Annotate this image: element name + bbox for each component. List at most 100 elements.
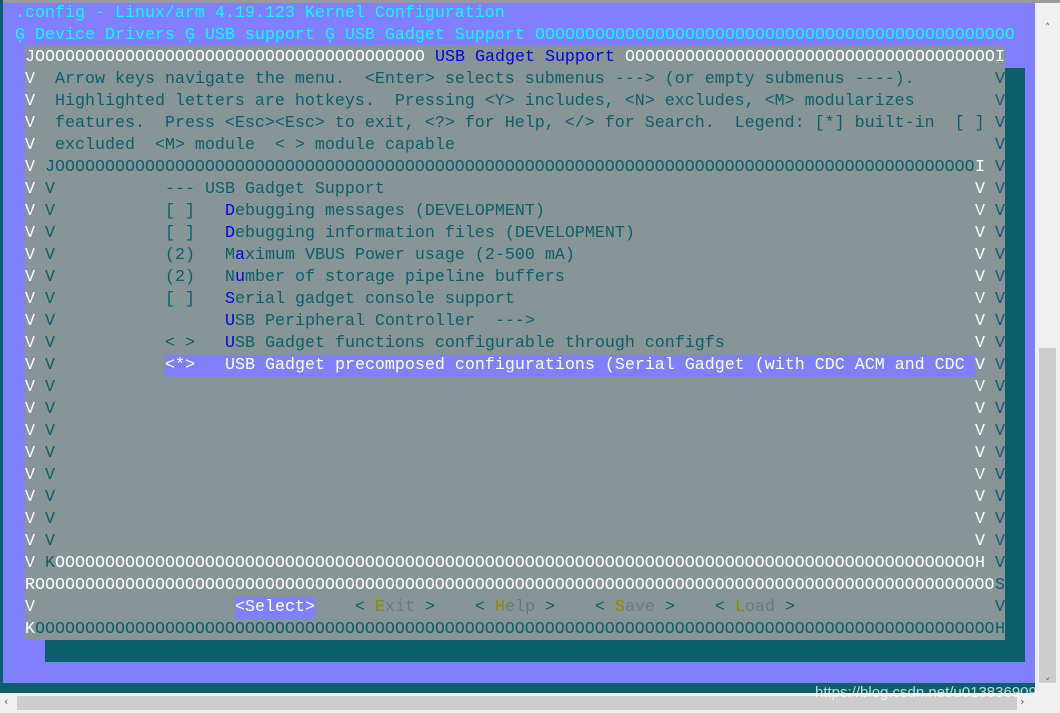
menu-item-label: USB Gadget functions configurable throug… bbox=[225, 334, 725, 353]
watermark: https://blog.csdn.net/u013836909 bbox=[815, 684, 1037, 701]
border-line: V bbox=[25, 246, 35, 265]
button-label: Save bbox=[615, 598, 655, 617]
breadcrumb: Ģ Device Drivers Ģ USB support Ģ USB Gad… bbox=[15, 26, 535, 45]
border-line: V bbox=[975, 400, 985, 419]
border-line: V bbox=[45, 444, 55, 463]
hotkey-letter: U bbox=[225, 334, 235, 353]
save-button[interactable]: < Save > bbox=[595, 597, 675, 619]
border-line: V bbox=[995, 598, 1005, 617]
border-corner: I bbox=[975, 158, 985, 177]
help-text: Highlighted letters are hotkeys. Pressin… bbox=[55, 92, 915, 111]
border-line: V bbox=[995, 290, 1005, 309]
border-line: V bbox=[25, 488, 35, 507]
menu-item-label: USB Peripheral Controller ---> bbox=[225, 312, 535, 331]
help-text: Arrow keys navigate the menu. <Enter> se… bbox=[55, 70, 915, 89]
menu-item[interactable]: [ ] Serial gadget console support bbox=[165, 289, 975, 311]
border-line: V bbox=[995, 334, 1005, 353]
button-label: Help bbox=[495, 598, 535, 617]
border-line: V bbox=[45, 312, 55, 331]
border-line: V bbox=[45, 488, 55, 507]
border-line: V bbox=[45, 224, 55, 243]
border-line: V bbox=[975, 532, 985, 551]
border-line: OOOOOOOOOOOOOOOOOOOOOOOOOOOOOOOOOOOOO bbox=[625, 48, 995, 67]
hotkey-letter: u bbox=[235, 268, 245, 287]
menu-item-state[interactable]: [ ] bbox=[165, 223, 195, 245]
vertical-scroll-thumb[interactable] bbox=[1039, 348, 1056, 683]
border-line: V bbox=[45, 246, 55, 265]
bracket: < bbox=[715, 598, 735, 617]
menu-item-state[interactable]: (2) bbox=[165, 267, 195, 289]
border-line: V bbox=[25, 466, 35, 485]
border-line: V bbox=[995, 312, 1005, 331]
border-line: V bbox=[45, 510, 55, 529]
menu-item-state[interactable]: (2) bbox=[165, 245, 195, 267]
scroll-left-icon[interactable]: ‹ bbox=[4, 695, 8, 708]
border-corner: K bbox=[45, 554, 55, 573]
border-line: V bbox=[25, 532, 35, 551]
menu-item[interactable]: < > USB Gadget functions configurable thr… bbox=[165, 333, 975, 355]
border-line: V bbox=[25, 598, 35, 617]
select-button[interactable]: <Select> bbox=[235, 597, 315, 619]
border-line: V bbox=[975, 444, 985, 463]
load-button[interactable]: < Load > bbox=[715, 597, 795, 619]
border-line: V bbox=[995, 202, 1005, 221]
border-line: V bbox=[25, 444, 35, 463]
border-line: V bbox=[25, 422, 35, 441]
border-corner: I bbox=[995, 48, 1005, 67]
menu-item[interactable]: --- USB Gadget Support bbox=[165, 179, 975, 201]
exit-button[interactable]: < Exit > bbox=[355, 597, 435, 619]
border-line: V bbox=[975, 378, 985, 397]
scroll-up-icon[interactable]: ˄ bbox=[1035, 21, 1060, 34]
border-line: V bbox=[25, 290, 35, 309]
menu-item[interactable]: [ ] Debugging information files (DEVELOPM… bbox=[165, 223, 975, 245]
border-line: V bbox=[975, 202, 985, 221]
border-line: V bbox=[25, 202, 35, 221]
menu-item[interactable]: <*> USB Gadget precomposed configurations… bbox=[165, 355, 975, 377]
button-label: Load bbox=[735, 598, 775, 617]
border-line: V bbox=[45, 334, 55, 353]
border-line: V bbox=[975, 268, 985, 287]
border-line: V bbox=[25, 334, 35, 353]
border-line: V bbox=[25, 312, 35, 331]
border-line: V bbox=[975, 356, 985, 375]
bracket: > bbox=[655, 598, 675, 617]
scroll-down-icon[interactable]: ˅ bbox=[1035, 676, 1060, 689]
border-line: V bbox=[25, 70, 35, 89]
border-line: V bbox=[45, 378, 55, 397]
menu-item[interactable]: USB Peripheral Controller ---> bbox=[165, 311, 975, 333]
border-line: V bbox=[995, 158, 1005, 177]
menu-item-state[interactable]: [ ] bbox=[165, 201, 195, 223]
bracket: > bbox=[415, 598, 435, 617]
border-line: V bbox=[25, 224, 35, 243]
help-text: features. Press <Esc><Esc> to exit, <?> … bbox=[55, 114, 985, 133]
hotkey-letter: U bbox=[225, 356, 235, 375]
border-line: V bbox=[995, 532, 1005, 551]
hotkey-letter: D bbox=[225, 202, 235, 221]
border-line: V bbox=[995, 400, 1005, 419]
border-line: OOOOOOOOOOOOOOOOOOOOOOOOOOOOOOOOOOOOOOOO… bbox=[55, 554, 975, 573]
hotkey-letter: D bbox=[225, 224, 235, 243]
border-line: V bbox=[45, 290, 55, 309]
border-line: V bbox=[25, 136, 35, 155]
border-line: OOOOOOOOOOOOOOOOOOOOOOOOOOOOOOOOOOOOOOOO… bbox=[535, 26, 1015, 45]
menu-item[interactable]: (2) Number of storage pipeline buffers bbox=[165, 267, 975, 289]
vertical-scrollbar[interactable]: ˄ ˅ bbox=[1035, 3, 1060, 693]
menu-item-label: Maximum VBUS Power usage (2-500 mA) bbox=[225, 246, 575, 265]
border-line: OOOOOOOOOOOOOOOOOOOOOOOOOOOOOOOOOOOOOOOO… bbox=[35, 620, 995, 639]
menu-item-state[interactable]: [ ] bbox=[165, 289, 195, 311]
border-line: V bbox=[975, 510, 985, 529]
menu-item[interactable]: [ ] Debugging messages (DEVELOPMENT) bbox=[165, 201, 975, 223]
menu-item-label: Serial gadget console support bbox=[225, 290, 515, 309]
menu-item-label: --- USB Gadget Support bbox=[165, 180, 385, 199]
border-line: V bbox=[45, 422, 55, 441]
bracket: > bbox=[775, 598, 795, 617]
help-button[interactable]: < Help > bbox=[475, 597, 555, 619]
border-line: V bbox=[25, 356, 35, 375]
menu-item-state[interactable]: <*> bbox=[165, 355, 195, 377]
border-line: V bbox=[995, 92, 1005, 111]
menu-item-state[interactable]: < > bbox=[165, 333, 195, 355]
border-line: JOOOOOOOOOOOOOOOOOOOOOOOOOOOOOOOOOOOOOOO… bbox=[45, 158, 975, 177]
border-line: V bbox=[45, 400, 55, 419]
menu-item[interactable]: (2) Maximum VBUS Power usage (2-500 mA) bbox=[165, 245, 975, 267]
border-line: V bbox=[995, 378, 1005, 397]
